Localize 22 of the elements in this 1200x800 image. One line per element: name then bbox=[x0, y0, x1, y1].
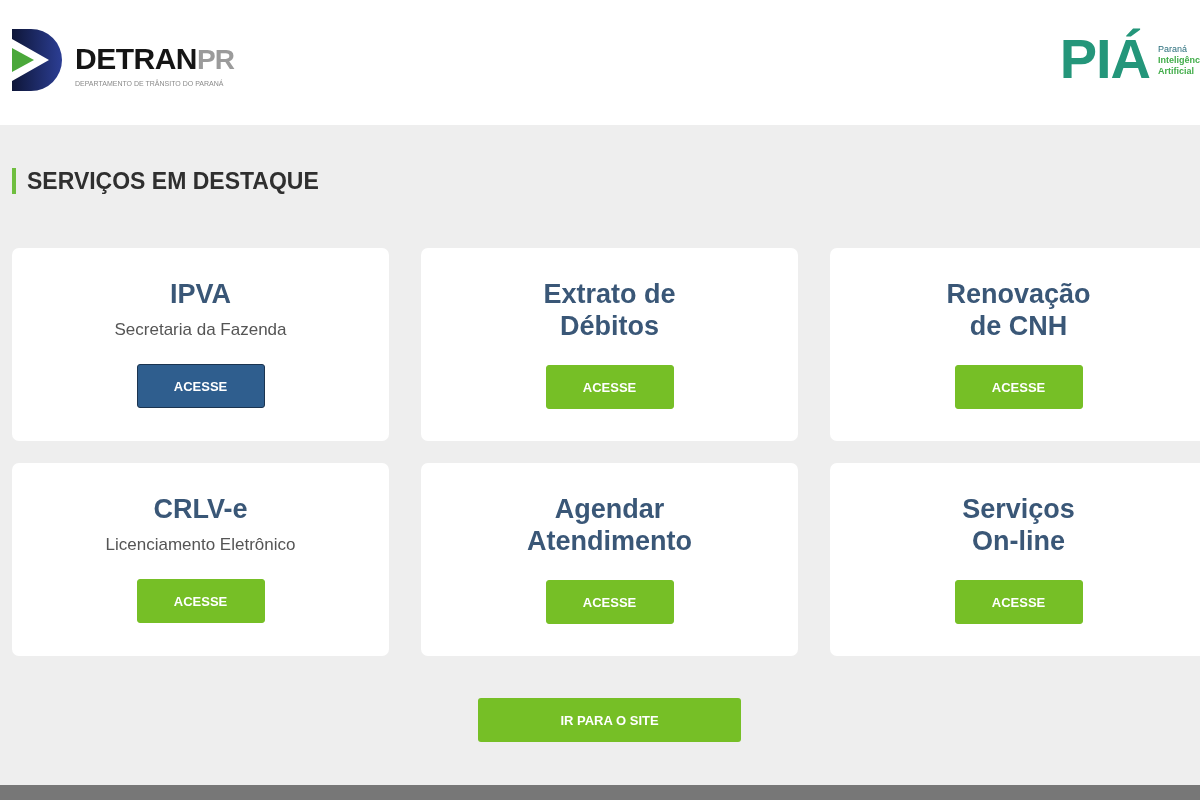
card-title: Serviços On-line bbox=[962, 493, 1075, 557]
brand-suffix: PR bbox=[197, 45, 234, 75]
card-title: Agendar Atendimento bbox=[527, 493, 692, 557]
card-subtitle: Licenciamento Eletrônico bbox=[105, 534, 296, 556]
partner-tagline: Artificial bbox=[1158, 65, 1195, 77]
access-button[interactable]: ACESSE bbox=[954, 365, 1083, 409]
access-button[interactable]: ACESSE bbox=[136, 364, 265, 408]
section-title: SERVIÇOS EM DESTAQUE bbox=[12, 168, 319, 194]
card-title: Renovação de CNH bbox=[946, 278, 1091, 342]
card-title: Extrato de Débitos bbox=[543, 278, 676, 342]
access-button[interactable]: ACESSE bbox=[545, 365, 674, 409]
partner-tagline: Inteligênc bbox=[1158, 54, 1200, 66]
site-button[interactable]: IR PARA O SITE bbox=[478, 698, 741, 742]
card-subtitle: Secretaria da Fazenda bbox=[114, 319, 287, 341]
access-button[interactable]: ACESSE bbox=[545, 580, 674, 624]
partner-tagline: Paraná bbox=[1158, 43, 1188, 55]
brand-name: DETRAN bbox=[75, 44, 197, 74]
access-button[interactable]: ACESSE bbox=[954, 580, 1083, 624]
access-button[interactable]: ACESSE bbox=[136, 579, 265, 623]
card-title: CRLV-e bbox=[153, 493, 248, 525]
d-logo-icon bbox=[12, 29, 62, 91]
card-title: IPVA bbox=[170, 278, 231, 310]
